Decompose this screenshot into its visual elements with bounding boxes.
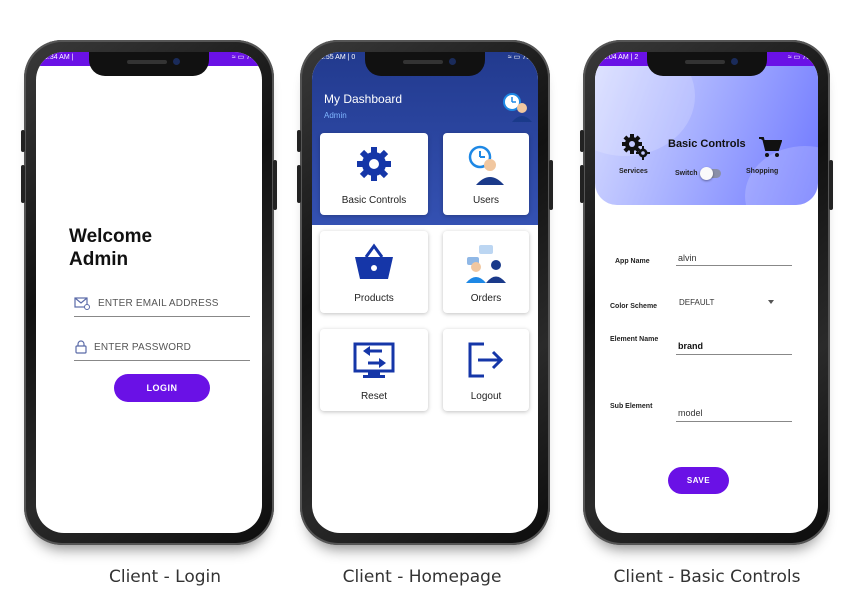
element-name-label: Element Name bbox=[610, 336, 659, 343]
sub-element-label: Sub Element bbox=[610, 403, 653, 410]
lock-icon bbox=[75, 340, 87, 354]
dropdown-arrow-icon bbox=[768, 300, 774, 304]
switch-toggle[interactable] bbox=[700, 167, 721, 180]
homepage-screen: 3:55 AM | 0 ≈ ▭ 71 My Dashboard Admin Ba… bbox=[312, 52, 538, 533]
phone-notch bbox=[646, 52, 767, 76]
status-time: 6:04 AM | 2 bbox=[603, 54, 639, 61]
email-icon bbox=[74, 297, 90, 310]
status-icons: ≈ ▭ 71 bbox=[507, 54, 530, 61]
card-users[interactable]: Users bbox=[443, 133, 529, 215]
services-gears-icon[interactable] bbox=[622, 134, 650, 160]
card-products[interactable]: Products bbox=[320, 231, 428, 313]
caption-login: Client - Login bbox=[108, 567, 222, 587]
welcome-heading: Welcome Admin bbox=[69, 226, 153, 270]
phone-notch bbox=[365, 52, 485, 76]
phone-notch bbox=[89, 52, 209, 76]
dashboard-title: My Dashboard bbox=[324, 92, 403, 106]
users-icon bbox=[468, 145, 504, 185]
app-name-label: App Name bbox=[615, 258, 650, 265]
element-name-value: brand bbox=[678, 341, 704, 351]
login-button[interactable]: LOGIN bbox=[114, 374, 210, 402]
status-time: 3:55 AM | 0 bbox=[320, 54, 356, 61]
shopping-cart-icon[interactable] bbox=[758, 136, 782, 158]
card-basic-controls[interactable]: Basic Controls bbox=[320, 133, 428, 215]
caption-homepage: Client - Homepage bbox=[342, 567, 502, 587]
phone-login: 3:34 AM | ≈ ▭ 74 Welcome Admin ENTER EMA… bbox=[21, 40, 277, 545]
color-scheme-label: Color Scheme bbox=[610, 303, 658, 310]
color-scheme-value: DEFAULT bbox=[679, 298, 715, 307]
card-orders[interactable]: Orders bbox=[443, 231, 529, 313]
basic-controls-screen: 6:04 AM | 2 ≈ ▭ 70 Services Basic Contro… bbox=[595, 52, 818, 533]
password-field[interactable]: ENTER PASSWORD bbox=[74, 338, 250, 361]
card-label: Orders bbox=[470, 293, 502, 304]
color-scheme-select[interactable]: DEFAULT bbox=[676, 296, 786, 312]
email-placeholder: ENTER EMAIL ADDRESS bbox=[98, 298, 219, 309]
card-label: Reset bbox=[360, 391, 388, 402]
admin-avatar-icon[interactable] bbox=[502, 92, 534, 122]
card-reset[interactable]: Reset bbox=[320, 329, 428, 411]
sub-element-value: model bbox=[678, 408, 703, 418]
status-icons: ≈ ▭ 70 bbox=[787, 54, 810, 61]
caption-basic-controls: Client - Basic Controls bbox=[613, 567, 801, 587]
orders-icon bbox=[466, 245, 506, 283]
basket-icon bbox=[355, 243, 393, 279]
card-logout[interactable]: Logout bbox=[443, 329, 529, 411]
card-label: Products bbox=[354, 293, 394, 304]
email-field[interactable]: ENTER EMAIL ADDRESS bbox=[74, 294, 250, 317]
login-screen: 3:34 AM | ≈ ▭ 74 Welcome Admin ENTER EMA… bbox=[36, 52, 262, 533]
app-name-value: alvin bbox=[678, 253, 697, 263]
card-label: Users bbox=[472, 195, 500, 206]
card-label: Logout bbox=[470, 391, 502, 402]
card-label: Basic Controls bbox=[341, 195, 407, 206]
save-button[interactable]: SAVE bbox=[668, 467, 729, 494]
dashboard-subtitle: Admin bbox=[324, 111, 347, 120]
status-time: 3:34 AM | bbox=[44, 54, 74, 61]
shopping-label: Shopping bbox=[746, 168, 779, 175]
password-placeholder: ENTER PASSWORD bbox=[94, 342, 192, 353]
services-label: Services bbox=[619, 168, 648, 175]
reset-icon bbox=[353, 342, 395, 378]
status-icons: ≈ ▭ 74 bbox=[231, 54, 254, 61]
switch-label: Switch bbox=[675, 170, 698, 177]
gear-icon bbox=[357, 147, 391, 181]
logout-icon bbox=[468, 342, 504, 378]
phone-homepage: 3:55 AM | 0 ≈ ▭ 71 My Dashboard Admin Ba… bbox=[297, 40, 553, 545]
basic-controls-title: Basic Controls bbox=[668, 138, 746, 150]
phone-basic-controls: 6:04 AM | 2 ≈ ▭ 70 Services Basic Contro… bbox=[580, 40, 833, 545]
